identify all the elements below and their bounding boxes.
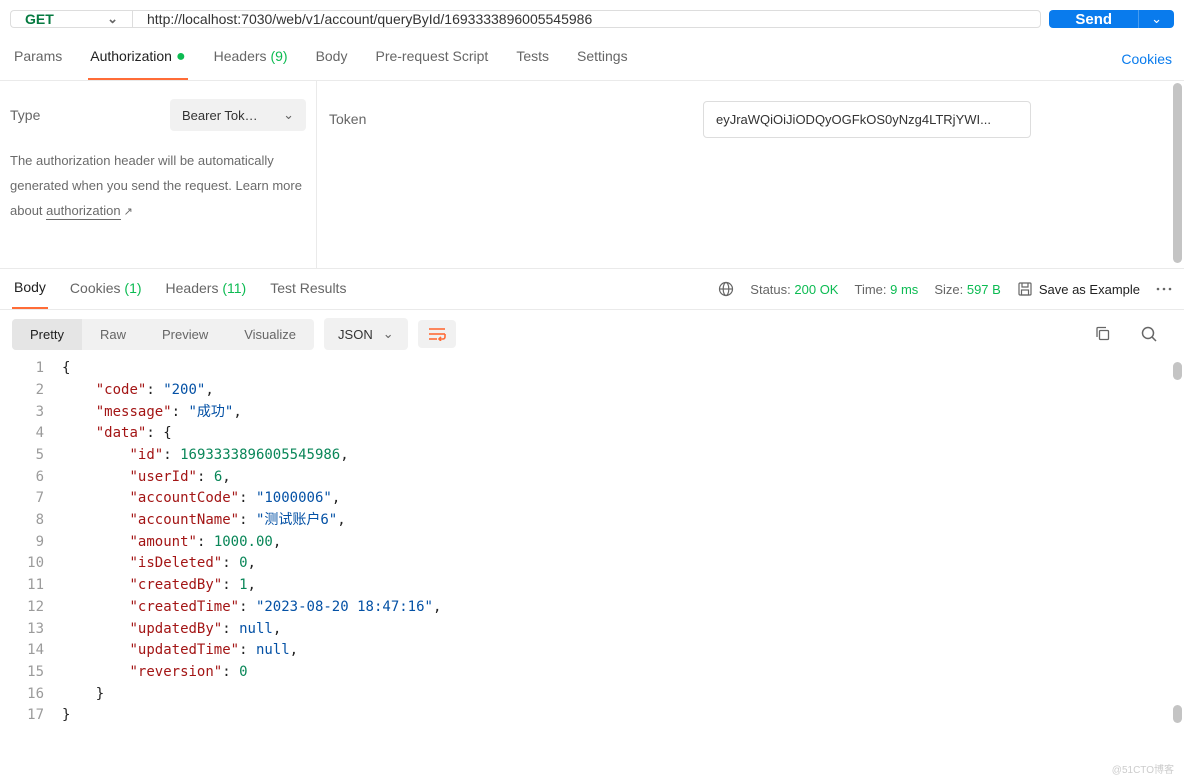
send-button[interactable]: Send — [1049, 10, 1138, 28]
resp-tab-body[interactable]: Body — [12, 269, 48, 309]
active-dot-icon: ● — [176, 48, 186, 65]
status-info: Status: 200 OK — [750, 282, 838, 297]
http-method-value: GET — [25, 11, 54, 27]
search-icon[interactable] — [1140, 325, 1158, 343]
tab-authorization[interactable]: Authorization● — [88, 38, 187, 80]
auth-type-label: Type — [10, 107, 40, 123]
resp-tab-cookies[interactable]: Cookies (1) — [68, 270, 144, 308]
response-body[interactable]: 1234567891011121314151617 { "code": "200… — [0, 358, 1184, 727]
chevron-down-icon: ⌄ — [107, 11, 118, 27]
globe-icon[interactable] — [718, 281, 734, 297]
http-method-select[interactable]: GET ⌄ — [10, 10, 132, 28]
save-as-example-button[interactable]: Save as Example — [1017, 281, 1140, 297]
cookies-link[interactable]: Cookies — [1121, 51, 1172, 67]
url-input[interactable] — [132, 10, 1041, 28]
view-tab-preview[interactable]: Preview — [144, 319, 226, 350]
chevron-down-icon: ⌄ — [383, 326, 394, 342]
tab-prerequest[interactable]: Pre-request Script — [373, 38, 490, 80]
resp-tab-headers[interactable]: Headers (11) — [164, 270, 249, 308]
tab-headers[interactable]: Headers (9) — [212, 38, 290, 80]
wrap-lines-button[interactable] — [418, 320, 456, 348]
chevron-down-icon: ⌄ — [1151, 11, 1162, 27]
copy-icon[interactable] — [1094, 325, 1112, 343]
response-format-select[interactable]: JSON ⌄ — [324, 318, 408, 350]
chevron-down-icon: ⌄ — [283, 107, 294, 123]
scrollbar-thumb[interactable] — [1173, 705, 1182, 723]
view-tab-pretty[interactable]: Pretty — [12, 319, 82, 350]
tab-params[interactable]: Params — [12, 38, 64, 80]
auth-type-select[interactable]: Bearer Tok… ⌄ — [170, 99, 306, 131]
time-info: Time: 9 ms — [854, 282, 918, 297]
line-number-gutter: 1234567891011121314151617 — [0, 358, 62, 727]
view-tab-raw[interactable]: Raw — [82, 319, 144, 350]
token-input[interactable]: eyJraWQiOiJiODQyOGFkOS0yNzg4LTRjYWI... — [703, 101, 1031, 138]
tab-settings[interactable]: Settings — [575, 38, 630, 80]
tab-tests[interactable]: Tests — [514, 38, 551, 80]
token-label: Token — [329, 101, 679, 127]
more-icon[interactable] — [1156, 287, 1172, 291]
send-dropdown-button[interactable]: ⌄ — [1138, 10, 1174, 28]
tab-body[interactable]: Body — [314, 38, 350, 80]
scrollbar-thumb[interactable] — [1173, 362, 1182, 380]
view-tab-visualize[interactable]: Visualize — [226, 319, 314, 350]
scrollbar-thumb[interactable] — [1173, 83, 1182, 263]
external-link-icon: ↗ — [124, 206, 133, 218]
auth-description: The authorization header will be automat… — [10, 149, 306, 223]
code-lines[interactable]: { "code": "200", "message": "成功", "data"… — [62, 358, 1184, 727]
resp-tab-test-results[interactable]: Test Results — [268, 270, 348, 308]
authorization-help-link[interactable]: authorization — [46, 203, 120, 220]
watermark: @51CTO博客 — [1112, 761, 1174, 776]
size-info: Size: 597 B — [934, 282, 1001, 297]
